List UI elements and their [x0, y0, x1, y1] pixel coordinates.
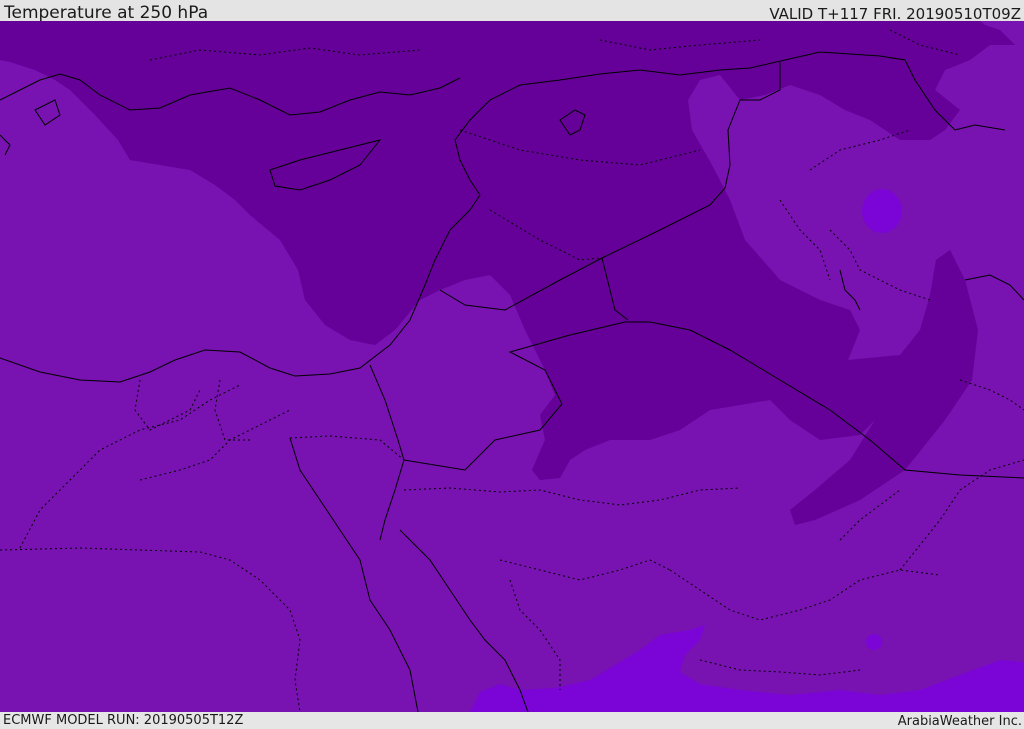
credit-label: ArabiaWeather Inc.: [897, 714, 1022, 729]
warm-patch-small: [866, 634, 882, 650]
warm-patch-iran: [862, 189, 902, 233]
weather-map[interactable]: [0, 21, 1024, 712]
footer-bar: ECMWF MODEL RUN: 20190505T12Z ArabiaWeat…: [0, 712, 1024, 729]
model-run-label: ECMWF MODEL RUN: 20190505T12Z: [3, 713, 244, 728]
map-title: Temperature at 250 hPa: [4, 3, 209, 23]
header-bar: Temperature at 250 hPa VALID T+117 FRI. …: [0, 0, 1024, 23]
map-canvas: [0, 21, 1024, 712]
